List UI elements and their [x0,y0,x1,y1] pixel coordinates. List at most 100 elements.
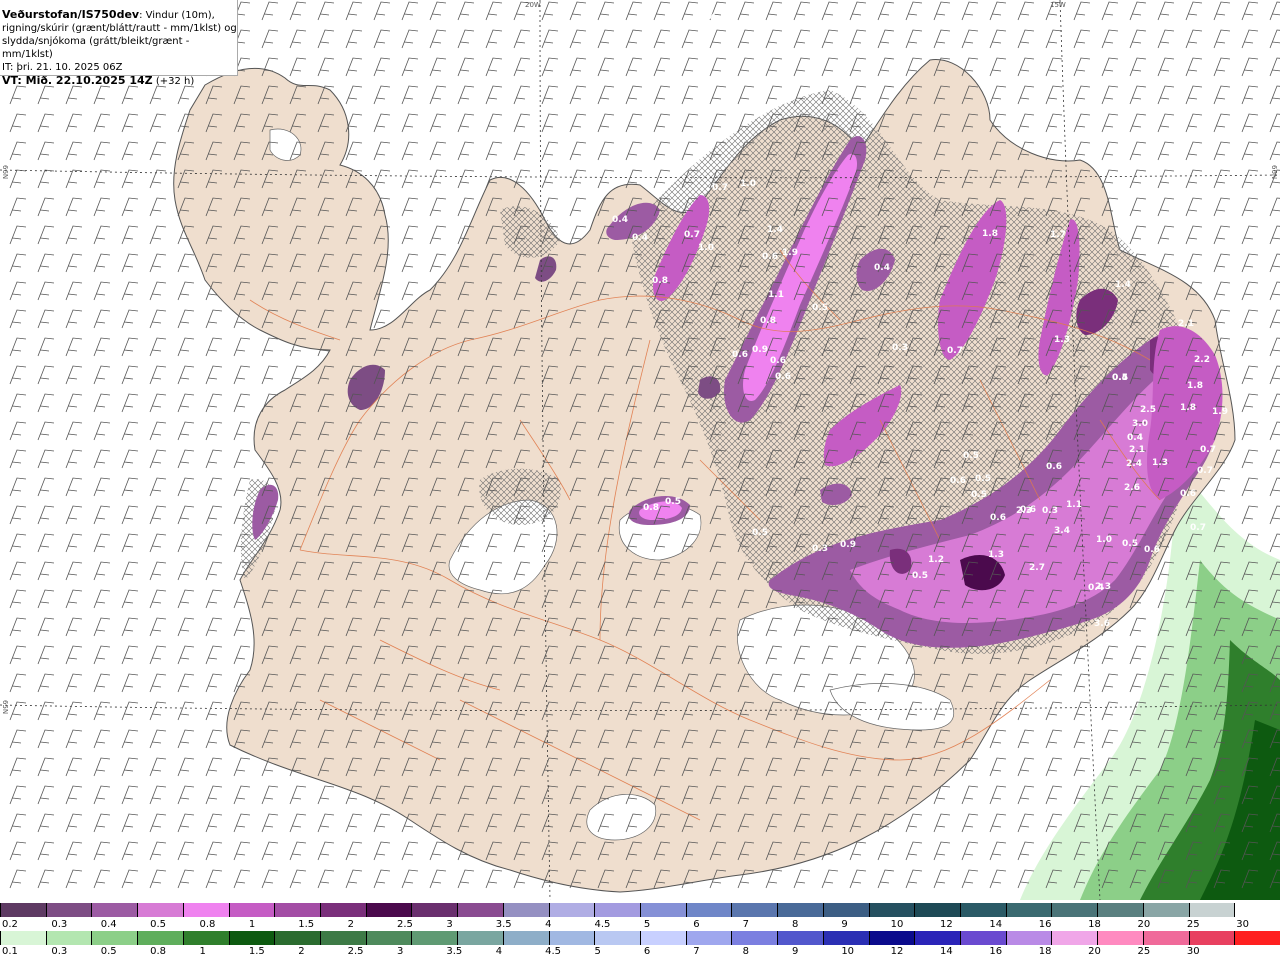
legend-tick-label: 0.5 [100,946,117,957]
map-value-label: 0.6 [732,350,748,360]
map-value-label: 0.4 [1127,433,1143,443]
lat-label-65n: 65N [1,700,9,715]
map-value-label: 0.5 [1112,373,1128,383]
map-value-label: 0.6 [990,513,1006,523]
legend-swatch [137,931,184,945]
legend-tick-label: 20 [1088,946,1101,957]
map-value-label: 0.4 [874,263,890,273]
legend-swatch [365,931,413,945]
legend-swatch [182,903,230,917]
lon-label-15w: 15W [1050,1,1066,9]
legend-swatch [777,931,824,945]
map-value-label: 2.5 [1140,405,1156,415]
legend-snow-colorbar [0,931,1280,945]
legend-swatch [1051,931,1099,945]
map-value-label: 0.5 [1122,539,1138,549]
map-value-label: 1.8 [1187,381,1203,391]
legend-tick-label: 18 [1088,919,1101,930]
legend-swatch [0,903,47,917]
legend-swatch [914,903,961,917]
legend-tick-label: 14 [940,946,953,957]
legend-tick-label: 12 [890,946,904,957]
map-value-label: 1.3 [1152,458,1168,468]
map-value-label: 0.6 [762,252,778,262]
map-value-label: 0.6 [950,476,966,486]
legend-tick-label: 5 [594,946,601,957]
legend-tick-label: 0.3 [51,919,68,930]
legend-tick-label: 7 [693,946,700,957]
legend-tick-label: 2 [298,946,305,957]
lat-label-66n-right: 66N [1270,165,1278,180]
legend-swatch [1188,931,1236,945]
legend-tick-label: 1 [248,919,256,930]
legend-swatch [411,903,459,917]
legend-tick-label: 7 [742,919,749,930]
map-value-label: 0.5 [812,303,828,313]
legend-snow-labels: 0.1 0.3 0.5 0.8 1 1.5 2 2.5 3 3.5 4 4.5 5 6 7 8 9 10 12 14 1… [0,946,1280,958]
map-value-label: 0.8 [643,503,659,513]
map-value-label: 0.4 [700,13,716,23]
lat-label-66n: 66N [1,165,9,180]
map-value-label: 2.7 [1029,563,1045,573]
legend-tick-label: 2.5 [347,946,364,957]
map-value-label: 1.8 [982,229,998,239]
legend-swatch [0,931,47,945]
legend-rain-colorbar [0,903,1280,917]
map-value-label: 1.0 [740,179,756,189]
legend-swatch [274,903,321,917]
legend-tick-label: 0.1 [2,946,18,957]
forecast-hours: (+32 h) [152,76,195,87]
legend-swatch [822,903,870,917]
map-value-label: 1.1 [768,290,784,300]
map-value-label: 1.1 [1066,500,1082,510]
legend-tick-label: 12 [940,919,953,930]
map-value-label: 2.6 [1124,483,1140,493]
legend-swatch [868,931,916,945]
legend-tick-label: 3 [446,919,453,930]
legend-tick-label: 20 [1137,919,1151,930]
map-value-label: 0.7 [1197,466,1213,476]
legend-tick-label: 0.3 [51,946,68,957]
legend-swatch [411,931,459,945]
map-value-label: 0.8 [760,316,776,326]
legend-swatch [960,903,1007,917]
legend-tick-label: 2.5 [396,919,413,930]
map-value-label: 0.4 [632,233,648,243]
legend-swatch [1005,903,1053,917]
legend-tick-label: 9 [791,946,799,957]
legend-tick-label: 0.4 [100,919,117,930]
map-value-label: 0.3 [1042,506,1058,516]
legend-tick-label: 4 [545,919,552,930]
title-line2: rigning/skúrir (grænt/blátt/rautt - mm/1… [2,23,237,34]
legend-tick-label: 30 [1186,946,1200,957]
legend-tick-label: 9 [841,919,848,930]
legend-tick-label: 1.5 [248,946,265,957]
legend-swatch [457,903,504,917]
map-value-label: 0.5 [912,571,928,581]
map-value-label: 0.7 [1190,523,1206,533]
legend-tick-label: 1.5 [298,919,315,930]
lon-label-20w: 20W [525,1,541,9]
legend-swatch [777,903,824,917]
map-value-label: 1.4 [1115,280,1131,290]
map-value-label: 2.3 [1016,506,1032,516]
map-value-label: 0.5 [963,451,979,461]
legend-tick-label: 3 [396,946,404,957]
legend-tick-label: 10 [841,946,855,957]
legend-tick-label: 0.8 [199,919,216,930]
map-value-label: 1.7 [1050,230,1066,240]
legend-swatch [685,931,733,945]
map-value-label: 0.6 [1180,489,1196,499]
map-value-label: 1.0 [698,243,714,253]
legend-tick-label: 0.8 [150,946,167,957]
map-value-label: 0.3 [892,343,908,353]
map-value-label: 0.9 [840,540,856,550]
legend-rain-labels: 0.2 0.3 0.4 0.5 0.8 1 1.5 2 2.5 3 3.5 4 4.5 5 6 7 8 9 10 12… [0,919,1280,931]
legend-swatch [685,903,733,917]
legend-tick-label: 0.2 [2,919,18,930]
map-value-label: 1.8 [1180,403,1196,413]
legend-tick-label: 4 [495,946,503,957]
map-value-label: 1.3 [988,550,1004,560]
legend-swatch [228,931,276,945]
map-value-label: 0.6 [775,372,791,382]
